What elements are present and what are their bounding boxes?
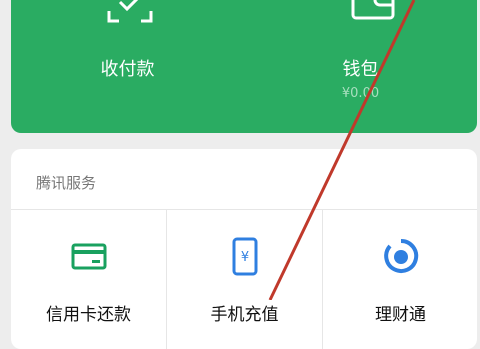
qr-scan-check-icon [107, 0, 153, 23]
phone-recharge-icon: ¥ [232, 237, 258, 276]
pay-receive-button[interactable]: 收付款 [11, 0, 244, 133]
section-title: 腾讯服务 [36, 174, 97, 192]
wallet-label: 钱包 [342, 59, 379, 80]
wallet-balance: ¥0.00 [341, 86, 380, 101]
tencent-services-section: 腾讯服务 信用卡还款 ¥ 手机充值 理财通 [11, 149, 477, 349]
service-phone-recharge[interactable]: ¥ 手机充值 [167, 210, 322, 349]
wealth-icon [384, 238, 419, 273]
service-wealth[interactable]: 理财通 [323, 210, 477, 349]
wallet-icon [351, 0, 395, 20]
service-label: 理财通 [375, 305, 426, 325]
svg-text:¥: ¥ [241, 250, 249, 265]
service-credit-card-repayment[interactable]: 信用卡还款 [11, 210, 166, 349]
wallet-button[interactable]: 钱包 ¥0.00 [244, 0, 477, 133]
credit-card-icon [71, 243, 107, 270]
service-label: 信用卡还款 [46, 305, 131, 325]
pay-receive-label: 收付款 [100, 59, 155, 80]
service-label: 手机充值 [210, 305, 279, 325]
payment-card: 收付款 钱包 ¥0.00 [11, 0, 477, 133]
